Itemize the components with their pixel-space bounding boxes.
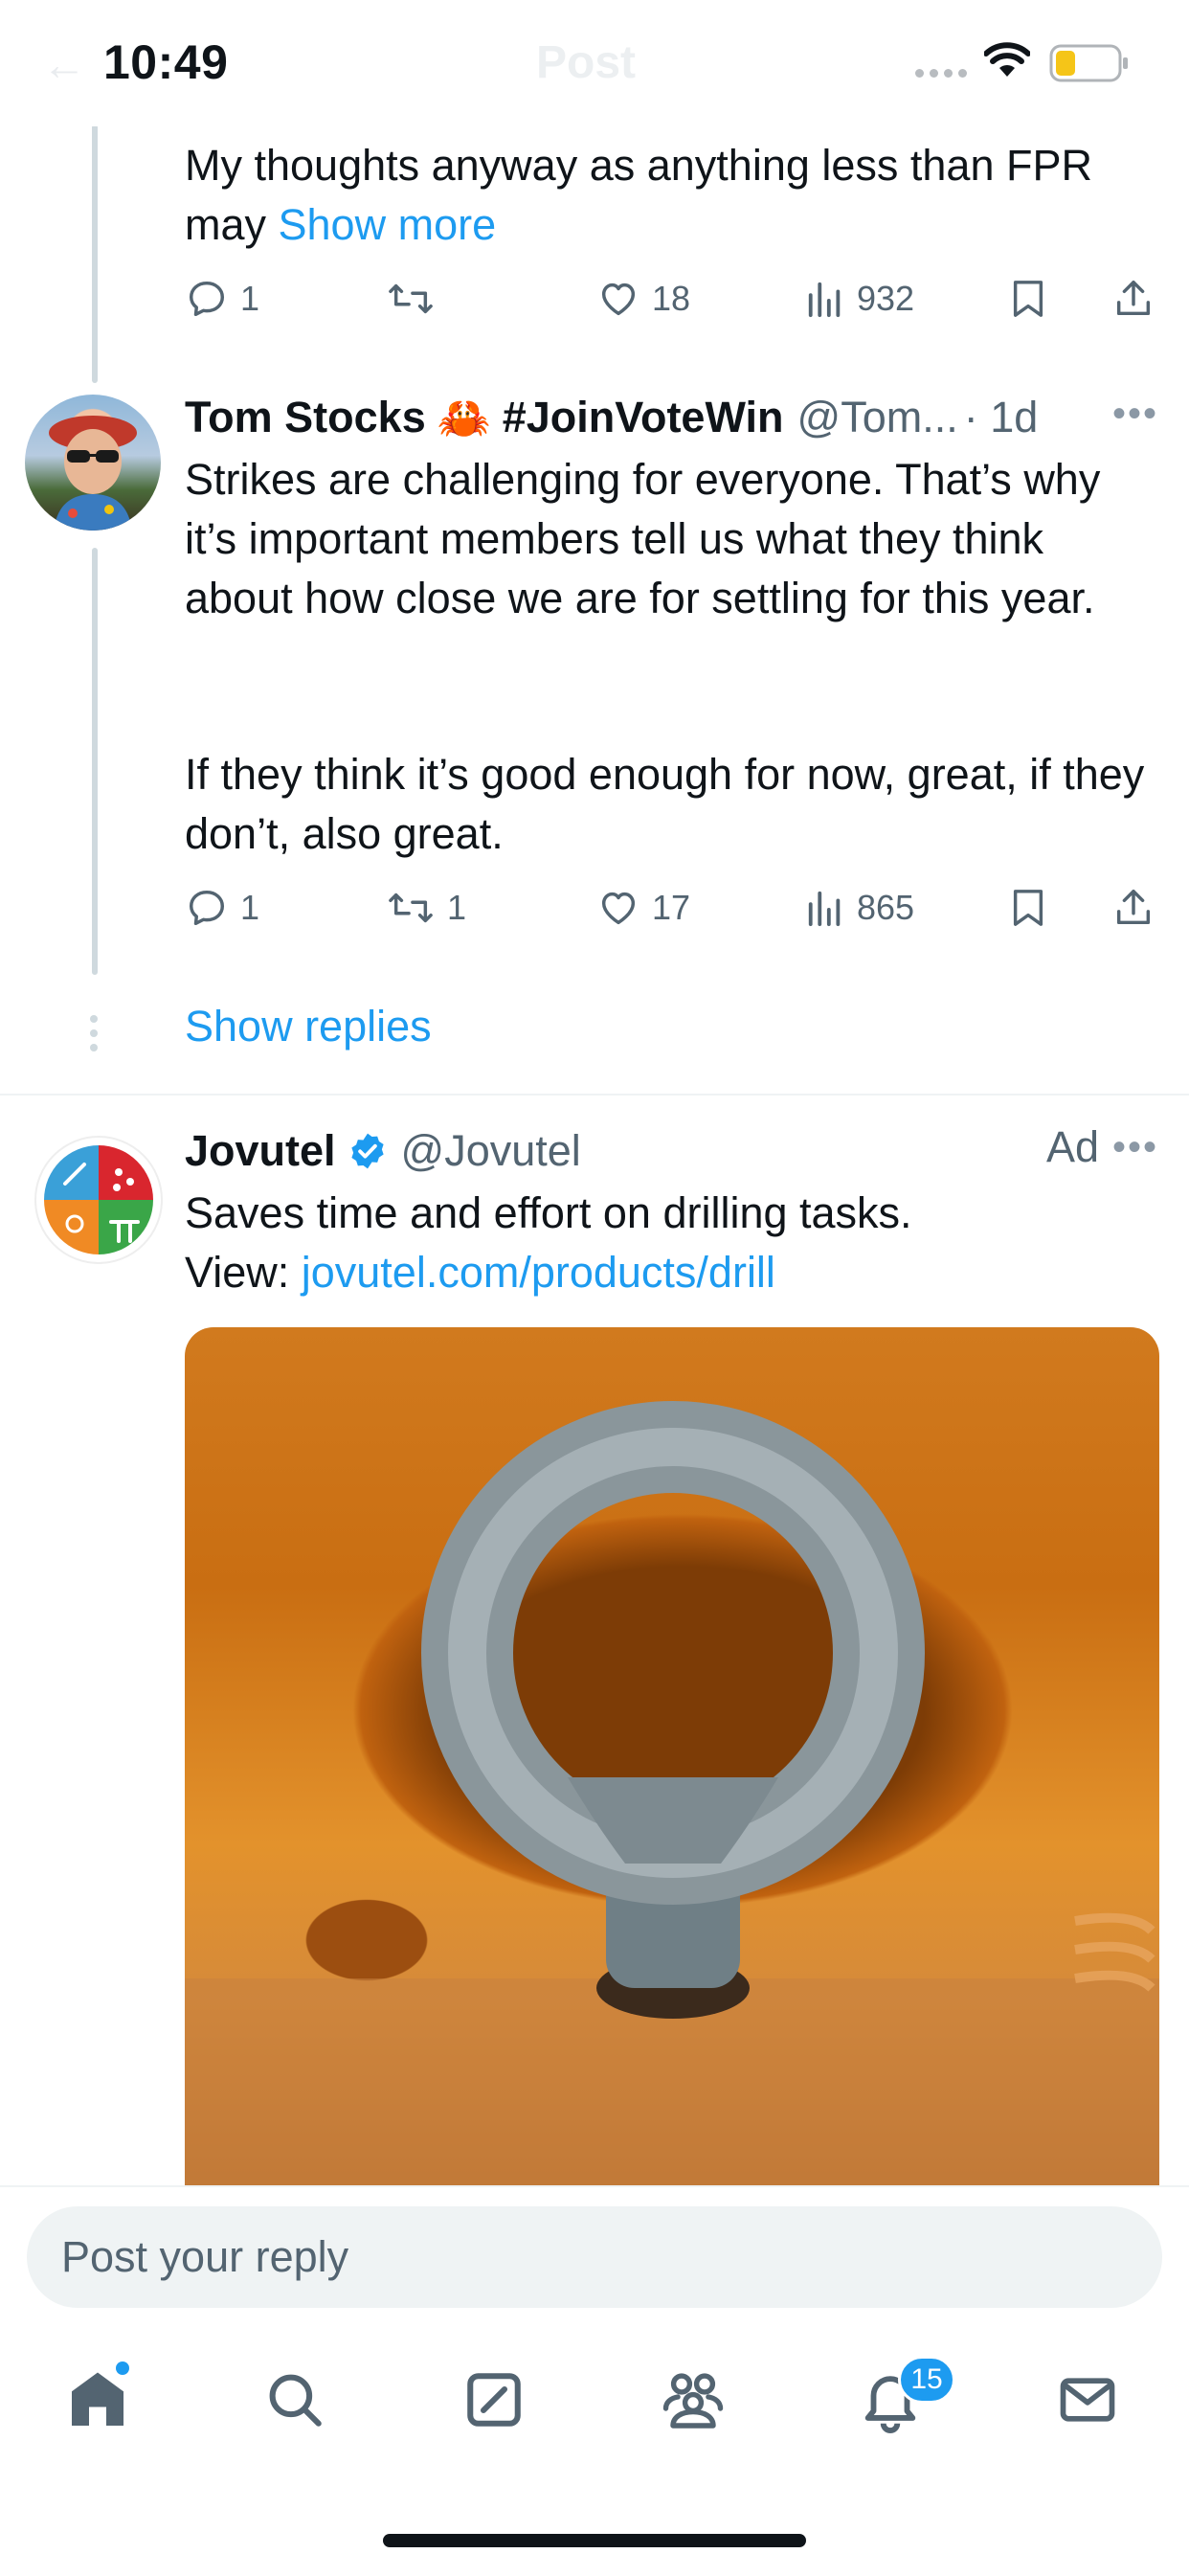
cellular-signal-icon xyxy=(915,69,967,78)
ad-link-line: View: jovutel.com/products/drill xyxy=(185,1248,775,1297)
tab-communities[interactable] xyxy=(655,2361,731,2438)
author-handle[interactable]: @Tom... xyxy=(797,393,958,442)
home-unread-dot xyxy=(116,2361,129,2375)
show-more-link[interactable]: Show more xyxy=(279,200,497,249)
ad-text: Saves time and effort on drilling tasks. xyxy=(185,1188,912,1237)
eye-bolt-image xyxy=(185,1401,1159,2189)
tab-messages[interactable] xyxy=(1049,2361,1126,2438)
heart-icon xyxy=(601,892,636,925)
ad-link[interactable]: jovutel.com/products/drill xyxy=(302,1248,775,1297)
views-icon xyxy=(808,282,841,318)
share-icon xyxy=(1116,281,1151,316)
author-handle[interactable]: @Jovutel xyxy=(401,1126,581,1176)
status-bar: ← Post 10:49 xyxy=(0,0,1189,126)
thread-gap-dots xyxy=(90,1015,100,1058)
thread-line xyxy=(92,124,98,383)
views-icon xyxy=(808,891,841,927)
retweet-icon xyxy=(389,283,433,314)
more-options-icon[interactable]: ••• xyxy=(1112,393,1158,436)
communities-icon xyxy=(662,2373,724,2429)
avatar-photo xyxy=(49,416,137,531)
reply-button[interactable]: 1 xyxy=(185,879,259,937)
thread-line xyxy=(92,548,98,975)
battery-icon xyxy=(1049,44,1128,82)
tweet-text: My thoughts anyway as anything less than… xyxy=(185,141,1092,249)
tweet-time: · 1d xyxy=(963,393,1039,441)
bookmark-button[interactable] xyxy=(1008,270,1048,328)
author-name[interactable]: Tom Stocks xyxy=(185,393,426,442)
like-button[interactable]: 17 xyxy=(596,879,690,937)
share-button[interactable] xyxy=(1111,879,1155,937)
reply-button[interactable]: 1 xyxy=(185,270,259,328)
views-button[interactable]: 932 xyxy=(805,270,914,328)
ad-label: Ad xyxy=(1045,1122,1099,1171)
search-icon xyxy=(269,2374,322,2427)
tab-grok[interactable] xyxy=(456,2361,532,2438)
retweet-button[interactable] xyxy=(386,270,447,328)
messages-icon xyxy=(1060,2378,1115,2422)
reply-icon xyxy=(189,890,225,926)
heart-icon xyxy=(601,282,636,316)
tweet-author-row: Tom Stocks 🦀 #JoinVoteWin @Tom... · 1d xyxy=(185,389,1038,446)
bookmark-button[interactable] xyxy=(1008,879,1048,937)
author-name[interactable]: Jovutel xyxy=(185,1126,336,1176)
crab-emoji: 🦀 xyxy=(437,393,491,442)
like-button[interactable]: 18 xyxy=(596,270,690,328)
ad-video-thumbnail[interactable] xyxy=(185,1327,1159,2189)
home-indicator xyxy=(383,2534,806,2547)
tweet-actions: 1 1 17 865 xyxy=(185,879,1161,937)
advertiser-logo[interactable] xyxy=(34,1136,163,1264)
notifications-badge: 15 xyxy=(898,2356,955,2404)
status-time: 10:49 xyxy=(103,35,229,89)
avatar[interactable] xyxy=(25,395,161,531)
retweet-icon xyxy=(389,893,433,923)
jovutel-logo-icon xyxy=(44,1145,153,1254)
home-icon xyxy=(72,2372,123,2426)
header-title: Post xyxy=(536,37,637,88)
bookmark-icon xyxy=(1013,890,1043,926)
back-arrow-icon[interactable]: ← xyxy=(42,38,86,90)
more-options-icon[interactable]: ••• xyxy=(1112,1126,1158,1169)
tweet-text: If they think it’s good enough for now, … xyxy=(185,750,1145,858)
reply-icon xyxy=(189,281,225,317)
divider xyxy=(0,1094,1189,1096)
ad-author-row: Jovutel @Jovutel xyxy=(185,1122,581,1180)
tweet-text: Strikes are challenging for everyone. Th… xyxy=(185,455,1101,622)
retweet-button[interactable]: 1 xyxy=(386,879,466,937)
verified-badge-icon xyxy=(350,1133,384,1169)
share-button[interactable] xyxy=(1111,270,1155,328)
show-replies-link[interactable]: Show replies xyxy=(185,1002,432,1051)
author-hashtag[interactable]: #JoinVoteWin xyxy=(503,393,784,442)
wifi-icon xyxy=(984,42,1030,77)
grok-icon xyxy=(467,2373,521,2427)
bookmark-icon xyxy=(1013,281,1043,317)
reply-input[interactable] xyxy=(27,2206,1162,2308)
tweet-actions: 1 18 932 xyxy=(185,270,1161,328)
views-button[interactable]: 865 xyxy=(805,879,914,937)
tab-search[interactable] xyxy=(257,2361,333,2438)
share-icon xyxy=(1116,890,1151,925)
